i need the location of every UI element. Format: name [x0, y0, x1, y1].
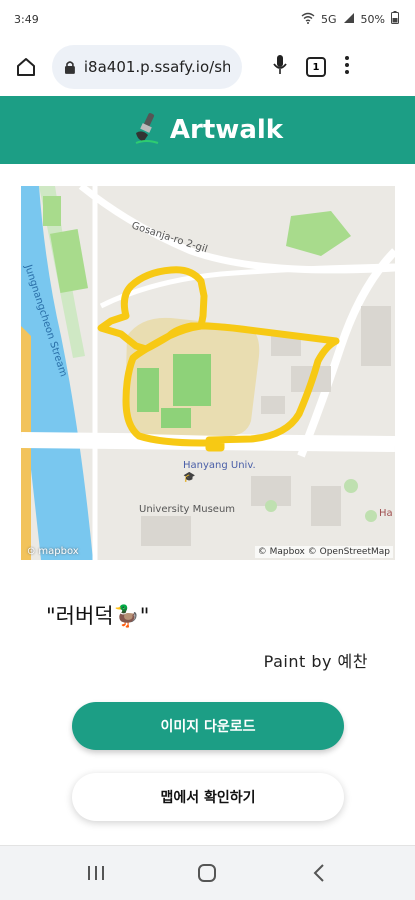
url-field[interactable]: i8a401.p.ssafy.io/sh — [52, 45, 242, 89]
sports-field — [137, 368, 159, 412]
sports-field — [173, 354, 211, 406]
university-label: Hanyang Univ. — [183, 460, 256, 471]
tab-switcher-button[interactable]: 1 — [306, 57, 326, 77]
route-map[interactable]: Gosanja-ro 2-gil Jungnangcheon Stream Ha… — [21, 186, 395, 560]
signal-icon — [343, 12, 355, 27]
building — [261, 396, 285, 414]
more-menu-button[interactable] — [344, 55, 350, 79]
system-nav-bar — [0, 845, 415, 900]
back-chevron-icon — [313, 864, 324, 882]
back-button[interactable] — [299, 853, 339, 893]
mapbox-logo-text: mapbox — [38, 546, 79, 557]
home-circle-icon — [198, 864, 217, 882]
tree — [344, 479, 358, 493]
microphone-icon — [273, 55, 287, 74]
microphone-button[interactable] — [272, 54, 288, 80]
park-area — [43, 196, 61, 226]
battery-icon — [391, 11, 399, 27]
browser-toolbar: i8a401.p.ssafy.io/sh 1 — [0, 38, 415, 96]
view-on-map-button[interactable]: 맵에서 확인하기 — [72, 773, 344, 821]
sports-field — [161, 408, 191, 428]
mapbox-logo-icon: ⊙ — [27, 546, 36, 557]
artwork-title: "러버덕🦆" — [46, 604, 150, 628]
map-canvas: Gosanja-ro 2-gil Jungnangcheon Stream Ha… — [21, 186, 395, 560]
building — [141, 516, 191, 546]
toolbar-actions: 1 — [272, 54, 350, 80]
recent-apps-icon — [87, 866, 104, 880]
brush-logo-icon — [132, 111, 162, 149]
lock-icon — [64, 61, 75, 74]
building — [311, 486, 341, 526]
home-button[interactable] — [10, 51, 42, 83]
mapbox-logo[interactable]: ⊙ mapbox — [27, 546, 79, 557]
battery-level: 50% — [360, 12, 385, 26]
url-text: i8a401.p.ssafy.io/sh — [83, 58, 230, 76]
app-title: Artwalk — [169, 115, 284, 145]
tree — [365, 510, 377, 522]
tree — [265, 500, 277, 512]
artwork-painter: Paint by 예찬 — [263, 652, 368, 671]
university-icon: 🎓 — [183, 471, 195, 483]
museum-label: University Museum — [139, 504, 235, 515]
home-icon — [17, 58, 35, 76]
building — [361, 306, 391, 366]
map-attribution[interactable]: © Mapbox © OpenStreetMap — [254, 546, 393, 558]
download-image-button[interactable]: 이미지 다운로드 — [72, 702, 344, 750]
app-header: Artwalk — [0, 96, 415, 164]
wifi-icon — [301, 12, 315, 27]
edge-label: Ha — [379, 508, 393, 519]
status-bar: 3:49 5G 50% — [0, 0, 415, 38]
home-nav-button[interactable] — [187, 853, 227, 893]
network-label: 5G — [321, 12, 337, 26]
status-icons: 5G 50% — [301, 11, 399, 27]
status-time: 3:49 — [14, 12, 39, 26]
recent-apps-button[interactable] — [76, 853, 116, 893]
more-vertical-icon — [345, 56, 349, 74]
